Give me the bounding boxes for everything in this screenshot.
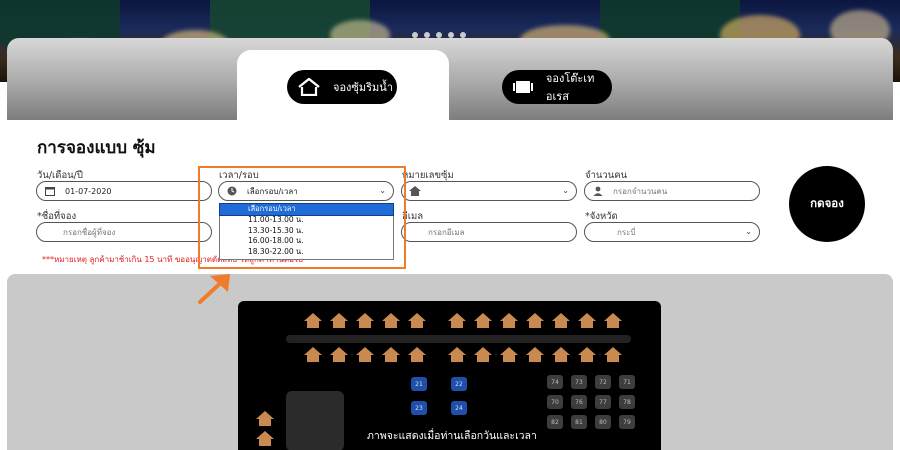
booth-number-select[interactable]: ⌄ — [401, 181, 577, 201]
terrace-table[interactable]: 80 — [595, 415, 611, 429]
booth-hut-icon[interactable] — [604, 313, 622, 328]
booth-hut-icon[interactable] — [552, 347, 570, 362]
terrace-table[interactable]: 72 — [595, 375, 611, 389]
calendar-icon — [43, 186, 57, 196]
terrace-table[interactable]: 71 — [619, 375, 635, 389]
seat-blue[interactable]: 21 — [411, 377, 427, 391]
booth-hut-icon[interactable] — [256, 431, 274, 446]
booker-name-input[interactable]: กรอกชื่อผู้ที่จอง — [36, 222, 212, 242]
house-icon — [295, 76, 323, 98]
page-title: การจองแบบ ซุ้ม — [37, 138, 156, 158]
arrow-icon — [198, 274, 230, 304]
booth-hut-icon[interactable] — [474, 313, 492, 328]
booth-hut-icon[interactable] — [256, 411, 274, 426]
seat-blue[interactable]: 23 — [411, 401, 427, 415]
terrace-table[interactable]: 82 — [547, 415, 563, 429]
people-count-placeholder: กรอกจำนวนคน — [613, 186, 668, 196]
booth-hut-icon[interactable] — [356, 313, 374, 328]
tab-bar — [7, 38, 893, 120]
tab-label: จองโต๊ะเทอเรส — [545, 72, 595, 103]
seat-blue[interactable]: 22 — [451, 377, 467, 391]
terrace-table[interactable]: 74 — [547, 375, 563, 389]
booth-hut-icon[interactable] — [578, 313, 596, 328]
booth-hut-icon[interactable] — [330, 347, 348, 362]
booth-hut-icon[interactable] — [382, 313, 400, 328]
booth-hut-icon[interactable] — [408, 313, 426, 328]
booth-hut-icon[interactable] — [526, 313, 544, 328]
book-button[interactable]: กดจอง — [789, 166, 865, 242]
booth-hut-icon[interactable] — [604, 347, 622, 362]
people-count-input[interactable]: กรอกจำนวนคน — [584, 181, 760, 201]
terrace-table[interactable]: 81 — [571, 415, 587, 429]
seat-blue[interactable]: 24 — [451, 401, 467, 415]
booth-hut-icon[interactable] — [474, 347, 492, 362]
chevron-down-icon: ⌄ — [745, 227, 752, 236]
terrace-table[interactable]: 78 — [619, 395, 635, 409]
terrace-table[interactable]: 70 — [547, 395, 563, 409]
date-field[interactable]: 01-07-2020 — [36, 181, 212, 201]
booth-hut-icon[interactable] — [526, 347, 544, 362]
booth-hut-icon[interactable] — [448, 347, 466, 362]
terrace-table[interactable]: 76 — [571, 395, 587, 409]
booth-hut-icon[interactable] — [304, 347, 322, 362]
date-value: 01-07-2020 — [65, 186, 112, 196]
terrace-table[interactable]: 77 — [595, 395, 611, 409]
chevron-down-icon: ⌄ — [562, 186, 569, 195]
user-icon — [591, 186, 605, 196]
booth-hut-icon[interactable] — [448, 313, 466, 328]
house-icon — [408, 185, 422, 197]
tab-terrace-table[interactable]: จองโต๊ะเทอเรส — [502, 70, 612, 104]
email-input[interactable]: กรอกอีเมล — [401, 222, 577, 242]
booth-hut-icon[interactable] — [578, 347, 596, 362]
terrace-table[interactable]: 79 — [619, 415, 635, 429]
booth-hut-icon[interactable] — [552, 313, 570, 328]
booth-hut-icon[interactable] — [500, 313, 518, 328]
terrace-table[interactable]: 73 — [571, 375, 587, 389]
booth-hut-icon[interactable] — [330, 313, 348, 328]
booth-hut-icon[interactable] — [382, 347, 400, 362]
tab-label: จองซุ้มริมน้ำ — [333, 81, 393, 94]
seat-map-message: ภาพจะแสดงเมื่อท่านเลือกวันและเวลา — [367, 430, 537, 442]
tab-waterside-booth[interactable]: จองซุ้มริมน้ำ — [287, 70, 397, 104]
province-value: กระบี่ — [617, 227, 636, 237]
booth-hut-icon[interactable] — [304, 313, 322, 328]
booker-name-placeholder: กรอกชื่อผู้ที่จอง — [63, 227, 116, 237]
province-select[interactable]: กระบี่ ⌄ — [584, 222, 760, 242]
booth-hut-icon[interactable] — [500, 347, 518, 362]
booth-hut-icon[interactable] — [408, 347, 426, 362]
highlight-box — [198, 166, 406, 269]
booth-hut-icon[interactable] — [356, 347, 374, 362]
email-placeholder: กรอกอีเมล — [428, 227, 465, 237]
table-icon — [510, 76, 536, 98]
